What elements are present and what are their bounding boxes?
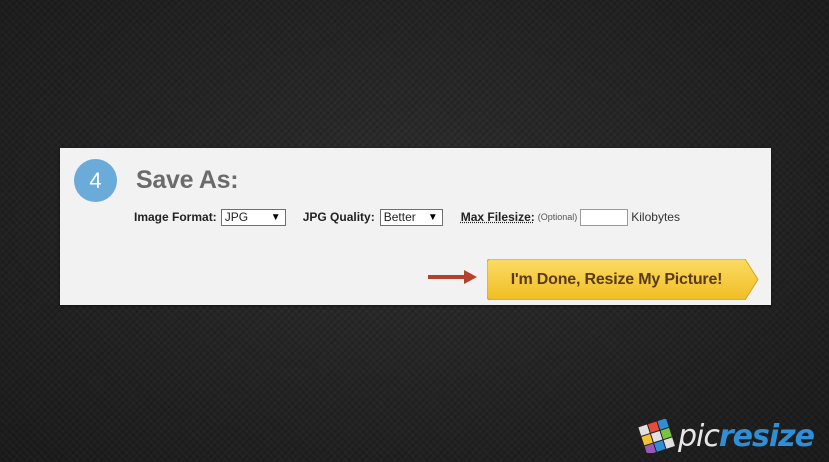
logo-resize-text: resize: [718, 418, 815, 454]
jpg-quality-label: JPG Quality:: [302, 210, 375, 224]
max-filesize-input[interactable]: [580, 208, 629, 226]
step-number-badge: 4: [74, 159, 117, 202]
jpg-quality-select[interactable]: Better ▼: [379, 208, 443, 226]
arrow-right-icon: [428, 270, 477, 284]
triangle-down-icon: ▼: [270, 211, 281, 223]
resize-picture-button[interactable]: I'm Done, Resize My Picture!: [487, 259, 759, 300]
save-options-row: Image Format: JPG ▼ JPG Quality: Better …: [134, 207, 680, 227]
resize-button-label: I'm Done, Resize My Picture!: [510, 271, 723, 288]
kilobytes-unit-label: Kilobytes: [631, 210, 680, 224]
image-format-select[interactable]: JPG ▼: [220, 208, 286, 226]
triangle-down-icon: ▼: [427, 211, 438, 223]
logo-pic-text: pic: [678, 418, 720, 454]
logo-wordmark: picresize: [678, 418, 815, 454]
section-title: Save As:: [136, 166, 239, 194]
image-format-label: Image Format:: [134, 210, 217, 224]
picresize-logo: picresize: [638, 416, 815, 456]
jpg-quality-value: Better: [383, 210, 416, 224]
picresize-logo-icon: [638, 419, 675, 453]
optional-note: (Optional): [537, 212, 578, 222]
max-filesize-help-label[interactable]: Max Filesize:: [461, 210, 535, 224]
save-as-panel: 4 Save As: Image Format: JPG ▼ JPG Quali…: [60, 148, 771, 305]
image-format-value: JPG: [224, 210, 249, 224]
